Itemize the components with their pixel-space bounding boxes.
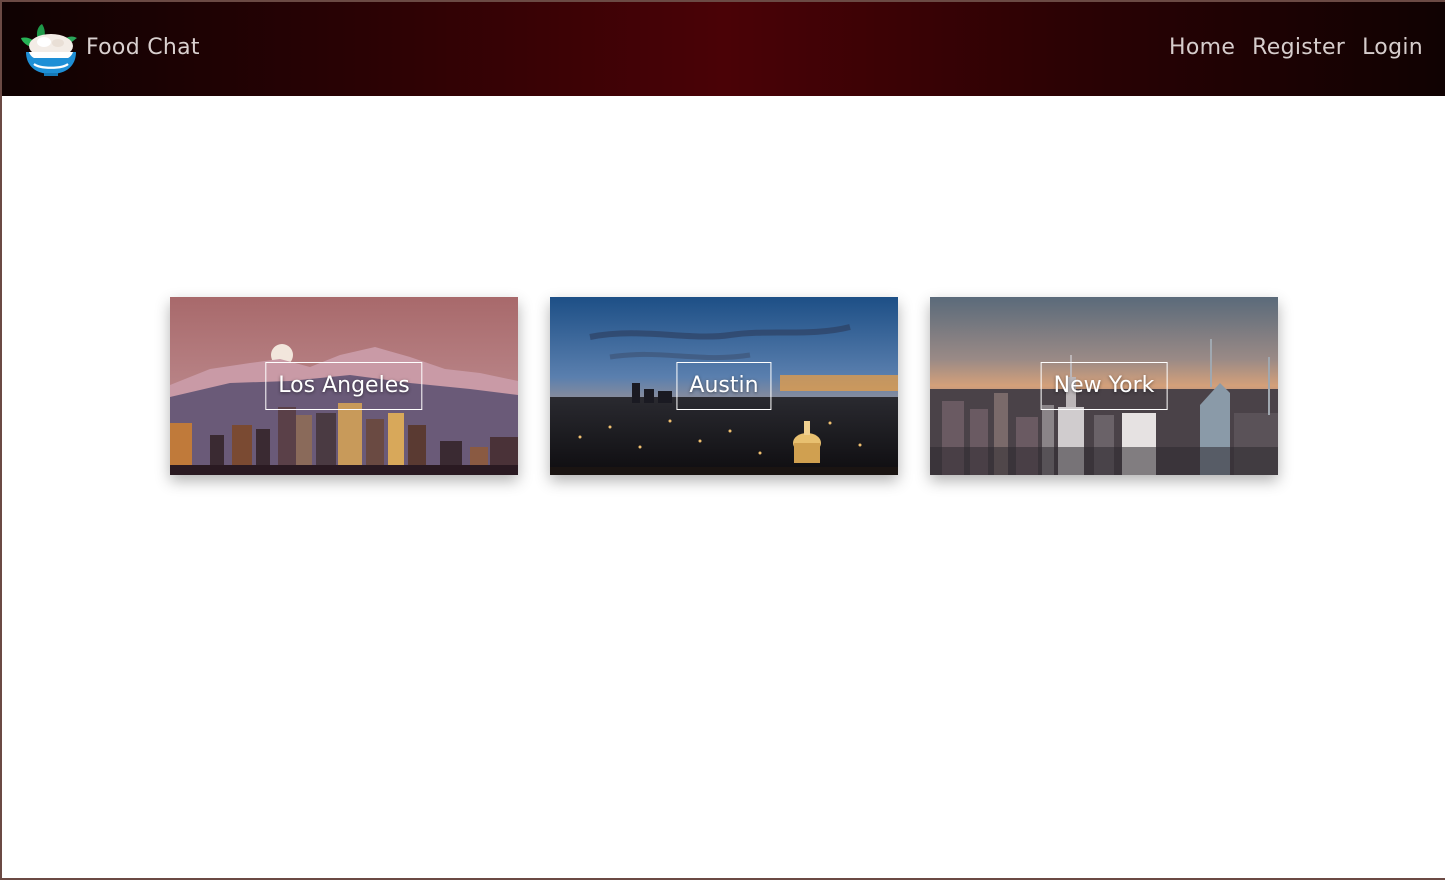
- browser-viewport: Food Chat Home Register Login Los Angele…: [2, 2, 1445, 878]
- city-cards: Los Angeles Austin New York: [170, 297, 1278, 475]
- brand-link[interactable]: Food Chat: [20, 22, 200, 78]
- navbar: Food Chat Home Register Login: [2, 2, 1445, 96]
- city-card-austin[interactable]: Austin: [550, 297, 898, 475]
- food-bowl-logo-icon: [21, 24, 77, 76]
- nav-link-login[interactable]: Login: [1362, 35, 1423, 60]
- brand-title: Food Chat: [86, 34, 200, 60]
- city-button-austin[interactable]: Austin: [676, 362, 772, 410]
- city-card-new-york[interactable]: New York: [930, 297, 1278, 475]
- city-button-new-york[interactable]: New York: [1040, 362, 1168, 410]
- nav-links: Home Register Login: [1169, 35, 1423, 60]
- nav-link-home[interactable]: Home: [1169, 35, 1235, 60]
- city-card-los-angeles[interactable]: Los Angeles: [170, 297, 518, 475]
- city-button-los-angeles[interactable]: Los Angeles: [265, 362, 423, 410]
- nav-link-register[interactable]: Register: [1252, 35, 1345, 60]
